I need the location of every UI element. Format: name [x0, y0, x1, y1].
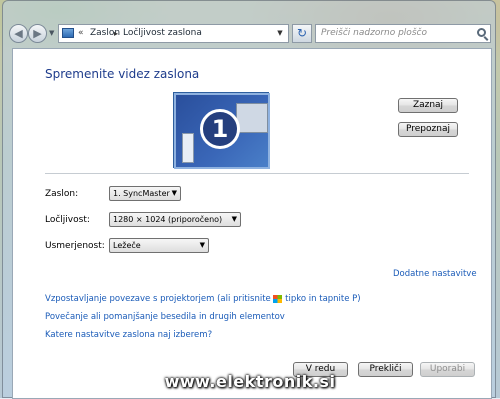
projector-link-text-start: Vzpostavljanje povezave s projektorjem (… [45, 294, 274, 304]
search-input[interactable]: Preišči nadzorno ploščo [315, 24, 491, 43]
detect-button[interactable]: Zaznaj [398, 98, 458, 113]
monitor-arrangement[interactable]: 1 [173, 92, 270, 169]
section-divider [45, 173, 469, 174]
control-panel-window: ◀ ▶ ▼ « Zaslon ▸ Ločljivost zaslona ▼ ↻ … [2, 0, 497, 399]
monitor-window-graphic [236, 103, 268, 133]
monitor-number-badge: 1 [200, 109, 240, 149]
advanced-settings-link[interactable]: Dodatne nastavitve [393, 269, 477, 279]
page-title: Spremenite videz zaslona [45, 67, 200, 81]
monitor-1-tile[interactable]: 1 [174, 93, 270, 169]
control-panel-icon [62, 28, 74, 38]
chevron-down-icon: ▼ [199, 241, 205, 249]
display-select-value: 1. SyncMaster [113, 189, 170, 198]
orientation-select[interactable]: Ležeče ▼ [109, 238, 209, 253]
back-arrow-icon[interactable]: ◀ [9, 24, 28, 43]
chevron-down-icon: ▼ [171, 189, 177, 197]
address-field[interactable]: « Zaslon ▸ Ločljivost zaslona ▼ [58, 24, 289, 43]
orientation-select-value: Ležeče [113, 241, 141, 250]
breadcrumb-overflow[interactable]: « [78, 25, 84, 42]
identify-button[interactable]: Prepoznaj [398, 122, 458, 137]
which-settings-link[interactable]: Katere nastavitve zaslona naj izberem? [45, 330, 212, 340]
address-dropdown-icon[interactable]: ▼ [274, 27, 286, 40]
search-placeholder: Preišči nadzorno ploščo [321, 28, 427, 38]
watermark-text: www.elektronik.si [164, 372, 336, 391]
display-label: Zaslon: [45, 189, 79, 199]
resolution-label: Ločljivost: [45, 215, 90, 225]
orientation-label: Usmerjenost: [45, 241, 105, 251]
forward-arrow-icon[interactable]: ▶ [28, 24, 47, 43]
projector-link[interactable]: Vzpostavljanje povezave s projektorjem (… [45, 294, 361, 304]
display-select[interactable]: 1. SyncMaster ▼ [109, 186, 181, 201]
monitor-sidebar-graphic [182, 133, 194, 163]
refresh-button[interactable]: ↻ [292, 24, 312, 43]
chevron-down-icon: ▼ [231, 215, 237, 223]
breadcrumb-separator-icon[interactable]: ▸ [114, 25, 118, 42]
address-bar-row: ◀ ▶ ▼ « Zaslon ▸ Ločljivost zaslona ▼ ↻ … [3, 21, 497, 47]
breadcrumb-screen-resolution[interactable]: Ločljivost zaslona [123, 25, 202, 42]
resolution-select[interactable]: 1280 × 1024 (priporočeno) ▼ [109, 212, 241, 227]
text-size-link[interactable]: Povečanje ali pomanjšanje besedila in dr… [45, 312, 285, 322]
resolution-select-value: 1280 × 1024 (priporočeno) [113, 215, 223, 224]
recent-pages-dropdown-icon[interactable]: ▼ [49, 29, 54, 37]
projector-link-text-end: tipko in tapnite P) [282, 294, 361, 304]
search-icon[interactable] [477, 28, 486, 37]
screen-resolution-panel: Spremenite videz zaslona 1 Zaznaj Prepoz… [12, 48, 492, 399]
